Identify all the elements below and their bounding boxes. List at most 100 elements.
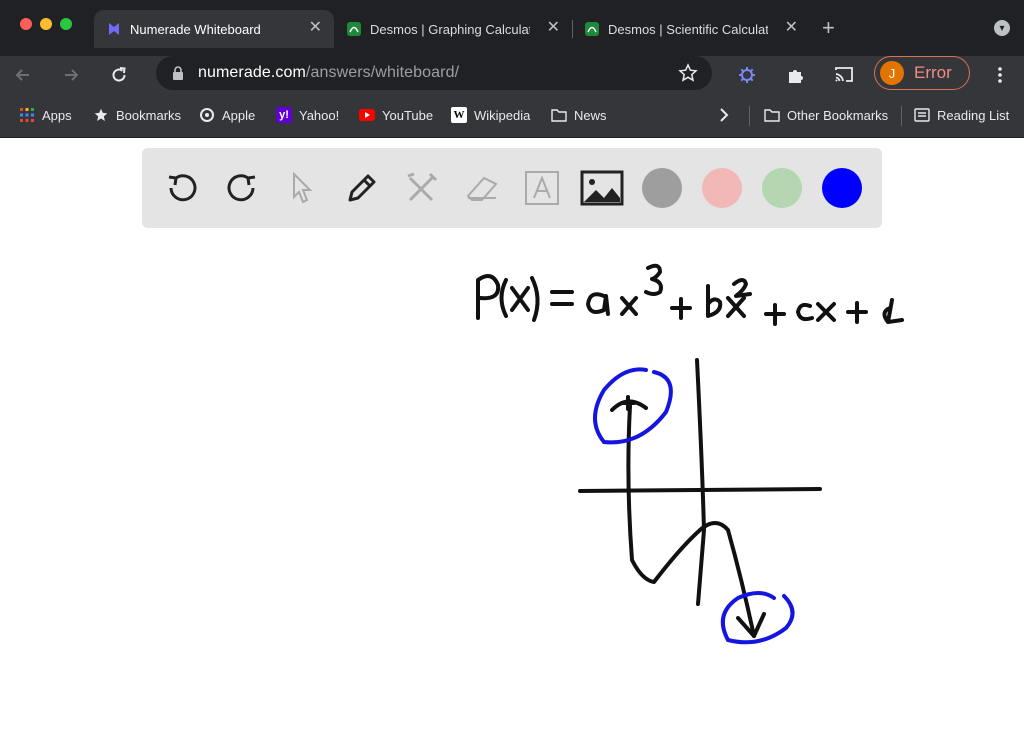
close-tab-icon[interactable]: ✕ — [547, 20, 560, 36]
tab-title: Desmos | Scientific Calculator — [608, 21, 768, 37]
bookmark-news[interactable]: News — [551, 107, 607, 123]
minimize-window-button[interactable] — [40, 18, 52, 30]
bookmark-label: Bookmarks — [116, 107, 182, 123]
cast-button[interactable] — [831, 62, 857, 88]
eraser-button[interactable] — [460, 166, 504, 210]
undo-button[interactable] — [160, 166, 204, 210]
extension-gear-icon — [739, 67, 755, 83]
forward-button[interactable] — [58, 62, 84, 88]
desmos-favicon — [584, 21, 600, 37]
url-text[interactable]: numerade.com/answers/whiteboard/ — [198, 64, 459, 82]
x-axis-line — [578, 487, 822, 493]
eraser-icon — [466, 176, 498, 201]
bookmark-yahoo[interactable]: y! Yahoo! — [276, 107, 339, 123]
close-tab-icon[interactable]: ✕ — [309, 20, 322, 36]
chrome-menu-button[interactable] — [987, 62, 1013, 88]
tab-desmos-graphing[interactable]: Desmos | Graphing Calculator ✕ — [334, 10, 572, 48]
color-swatch-gray[interactable] — [642, 168, 682, 208]
tab-title: Desmos | Graphing Calculator — [370, 21, 530, 37]
url-domain: numerade.com — [198, 64, 306, 81]
profile-error-button[interactable]: J Error — [874, 56, 970, 90]
youtube-icon — [359, 107, 375, 123]
curve-start-mark — [620, 395, 636, 411]
bookmark-label: Wikipedia — [474, 107, 531, 123]
extensions-menu-button[interactable] — [783, 62, 809, 88]
tab-strip: Numerade Whiteboard ✕ Desmos | Graphing … — [0, 0, 1024, 56]
text-tool-button[interactable] — [520, 166, 564, 210]
profile-status-label: Error — [914, 63, 952, 82]
handwritten-equation — [476, 263, 904, 326]
tools-button[interactable] — [400, 166, 444, 210]
bookmark-label: Other Bookmarks — [787, 107, 889, 123]
tools-icon — [407, 172, 438, 202]
reload-button[interactable] — [106, 62, 132, 88]
bookmark-label: Yahoo! — [299, 107, 340, 123]
tab-numerade-whiteboard[interactable]: Numerade Whiteboard ✕ — [94, 10, 334, 48]
address-bar[interactable]: numerade.com/answers/whiteboard/ — [156, 56, 712, 90]
apps-grid-icon — [19, 107, 35, 123]
image-icon — [580, 170, 624, 206]
reading-list-icon — [914, 107, 930, 123]
url-path: /answers/whiteboard/ — [305, 64, 460, 81]
maximize-window-button[interactable] — [60, 18, 72, 30]
arrow-right-icon — [65, 69, 79, 81]
text-icon — [525, 171, 559, 205]
chevron-right-icon — [716, 107, 732, 123]
blue-annotations — [593, 367, 795, 645]
redo-button[interactable] — [220, 166, 264, 210]
more-vert-icon — [998, 67, 1002, 83]
color-swatch-green[interactable] — [762, 168, 802, 208]
pointer-icon — [293, 171, 313, 204]
bookmark-label: News — [574, 107, 607, 123]
select-tool-button[interactable] — [280, 166, 324, 210]
redo-icon — [227, 174, 256, 202]
close-window-button[interactable] — [20, 18, 32, 30]
bookmarks-overflow-button[interactable] — [716, 107, 739, 123]
new-tab-button[interactable]: + — [822, 16, 835, 40]
avatar: J — [880, 61, 904, 85]
wikipedia-icon: W — [451, 107, 467, 123]
numerade-favicon — [106, 21, 122, 37]
bookmark-youtube[interactable]: YouTube — [359, 107, 433, 123]
y-axis-line — [695, 358, 706, 606]
star-icon — [93, 107, 109, 123]
upper-end-circle — [593, 367, 673, 445]
color-swatch-pink[interactable] — [702, 168, 742, 208]
bookmark-star-icon[interactable] — [678, 63, 698, 88]
lock-icon[interactable] — [172, 66, 184, 85]
folder-icon — [551, 107, 567, 123]
bookmark-label: Reading List — [937, 107, 1010, 123]
bookmark-label: YouTube — [382, 107, 434, 123]
color-swatch-blue[interactable] — [822, 168, 862, 208]
desmos-favicon — [346, 21, 362, 37]
window-controls — [20, 18, 72, 30]
other-bookmarks-folder[interactable]: Other Bookmarks — [764, 107, 888, 123]
yahoo-icon: y! — [276, 107, 292, 123]
pen-icon — [348, 174, 376, 202]
folder-icon — [764, 107, 780, 123]
bookmark-apple[interactable]: Apple — [199, 107, 255, 123]
tab-search-button[interactable]: ▾ — [994, 20, 1010, 36]
image-tool-button[interactable] — [580, 166, 624, 210]
bookmark-bookmarks[interactable]: Bookmarks — [93, 107, 181, 123]
bookmarks-divider — [749, 106, 750, 126]
bookmark-wikipedia[interactable]: W Wikipedia — [451, 107, 530, 123]
reading-list-button[interactable]: Reading List — [914, 107, 1009, 123]
lower-end-circle — [720, 591, 795, 645]
navigation-toolbar: numerade.com/answers/whiteboard/ J Error — [0, 56, 1024, 94]
pen-tool-button[interactable] — [340, 166, 384, 210]
apple-icon — [199, 107, 215, 123]
undo-icon — [168, 174, 197, 202]
back-button[interactable] — [10, 62, 36, 88]
reload-icon — [112, 67, 126, 82]
bookmark-apps[interactable]: Apps — [19, 107, 72, 123]
puzzle-icon — [789, 70, 803, 83]
extension-button[interactable] — [734, 62, 760, 88]
tab-desmos-scientific[interactable]: Desmos | Scientific Calculator ✕ — [572, 10, 810, 48]
bookmarks-divider — [901, 106, 902, 126]
arrow-left-icon — [15, 69, 29, 81]
bookmark-label: Apple — [222, 107, 256, 123]
bookmark-label: Apps — [42, 107, 72, 123]
close-tab-icon[interactable]: ✕ — [785, 20, 798, 36]
browser-chrome: Numerade Whiteboard ✕ Desmos | Graphing … — [0, 0, 1024, 138]
